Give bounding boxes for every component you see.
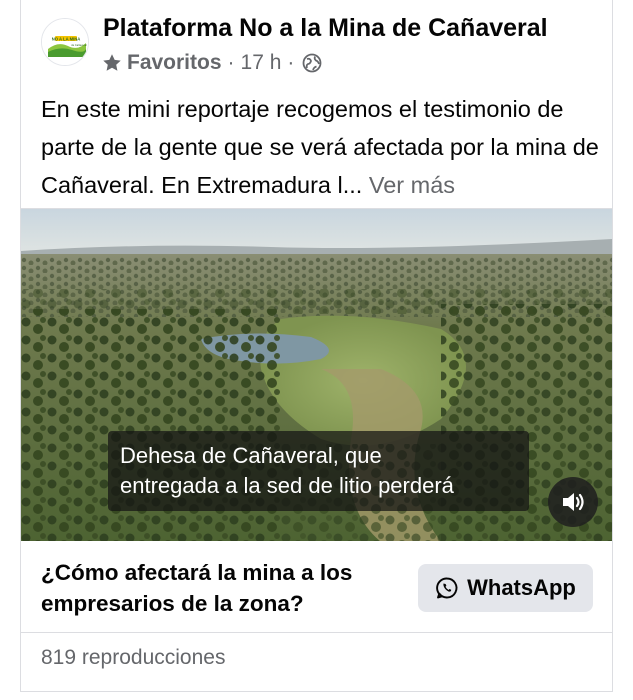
- page-avatar[interactable]: NO A LA MINA de Cañaveral: [41, 18, 89, 66]
- see-more-link[interactable]: Ver más: [369, 172, 455, 198]
- page-logo: NO A LA MINA de Cañaveral: [42, 19, 88, 65]
- sound-toggle-button[interactable]: [548, 477, 598, 527]
- globe-icon: [303, 53, 322, 73]
- post-meta: Favoritos · 17 h ·: [101, 50, 322, 76]
- logo-subtext: de Cañaveral: [71, 43, 87, 47]
- video-player[interactable]: Dehesa de Cañaveral, que entregada a la …: [21, 208, 612, 541]
- star-icon: [103, 54, 121, 71]
- whatsapp-button[interactable]: WhatsApp: [418, 564, 593, 612]
- meta-separator-2: ·: [287, 51, 295, 74]
- view-count: 819 reproducciones: [41, 646, 226, 669]
- whatsapp-button-label: WhatsApp: [467, 575, 576, 600]
- caption-line-2: entregada a la sed de litio perderá: [120, 473, 454, 498]
- post-text: En este mini reportaje recogemos el test…: [41, 90, 601, 204]
- whatsapp-icon: [436, 577, 458, 599]
- meta-separator: ·: [227, 51, 235, 74]
- page-name[interactable]: Plataforma No a la Mina de Cañaveral: [103, 14, 548, 43]
- volume-icon: [563, 493, 584, 511]
- caption-line-1: Dehesa de Cañaveral, que: [120, 443, 382, 468]
- video-caption: Dehesa de Cañaveral, que entregada a la …: [108, 431, 529, 511]
- post-body: En este mini reportaje recogemos el test…: [41, 96, 599, 198]
- favorites-label[interactable]: Favoritos: [127, 51, 222, 75]
- post-header: NO A LA MINA de Cañaveral Plataforma No …: [21, 0, 612, 88]
- post-card: NO A LA MINA de Cañaveral Plataforma No …: [20, 0, 613, 692]
- cta-title[interactable]: ¿Cómo afectará la mina a los empresarios…: [41, 557, 401, 619]
- logo-text: NO A LA MINA: [52, 36, 81, 41]
- post-time[interactable]: 17 h: [241, 51, 282, 75]
- cta-section: ¿Cómo afectará la mina a los empresarios…: [21, 541, 612, 633]
